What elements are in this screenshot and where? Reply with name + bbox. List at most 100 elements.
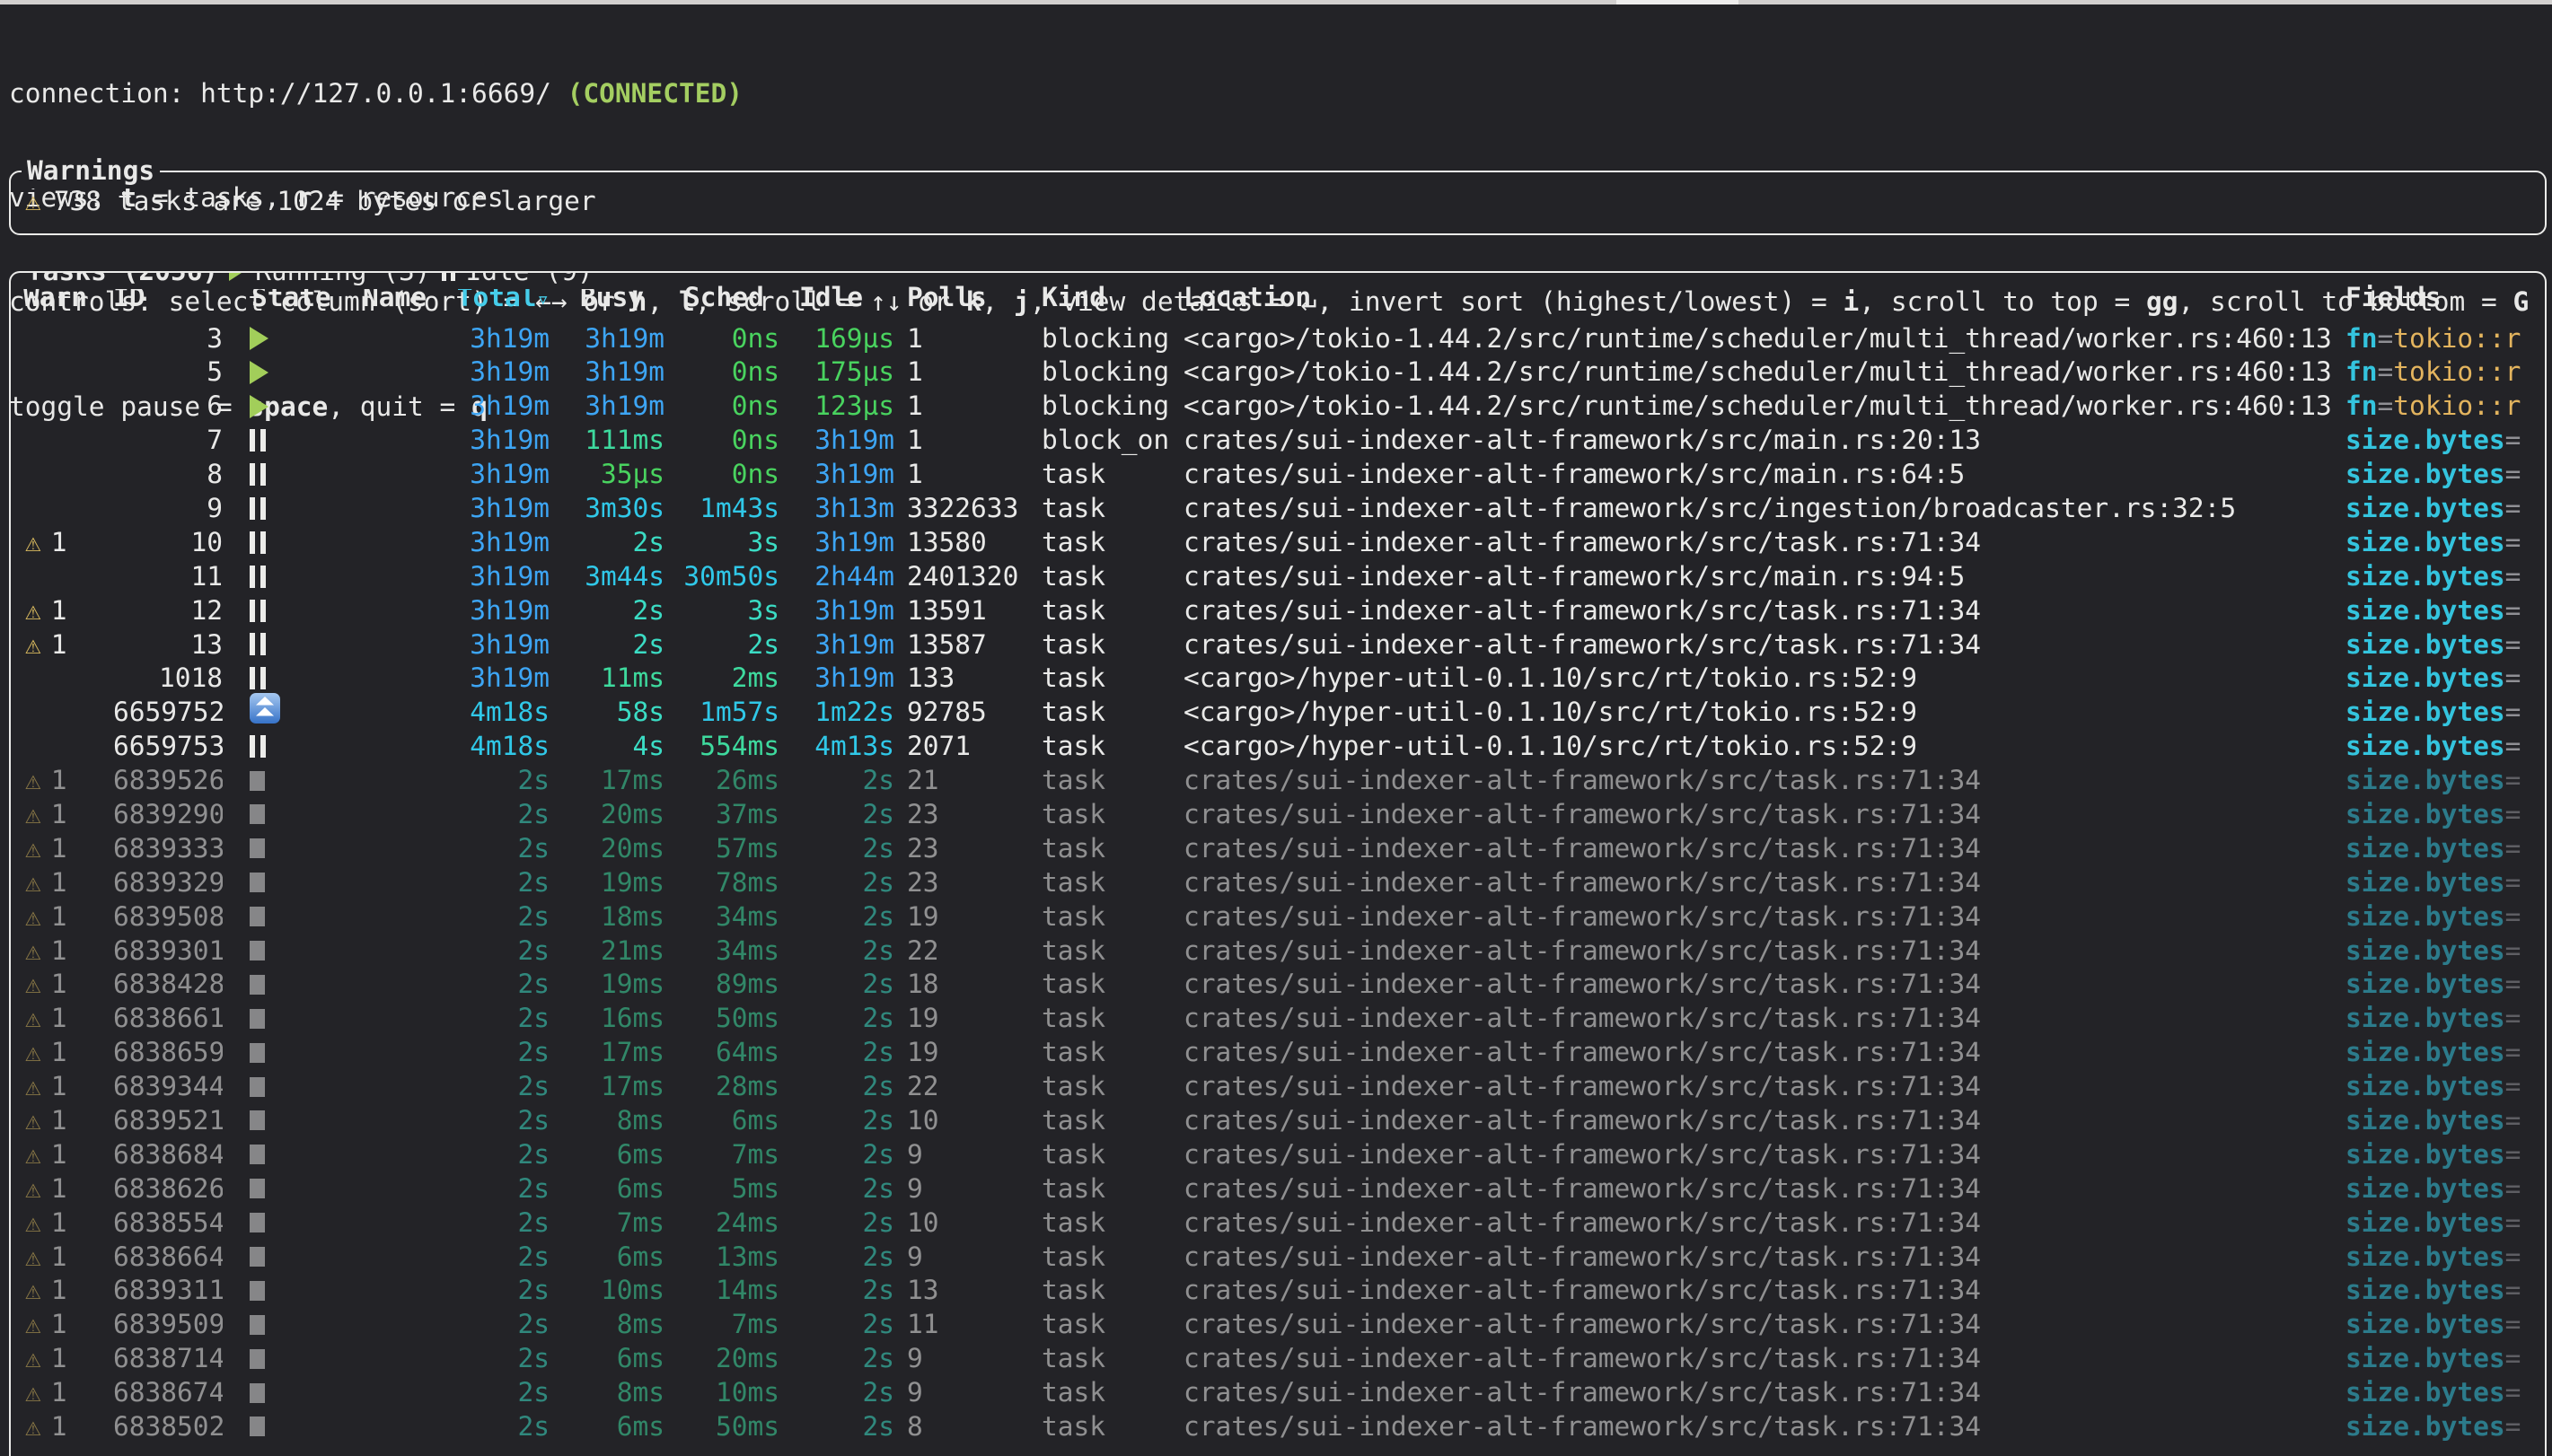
cell-task-id: 8 — [113, 457, 223, 492]
table-row[interactable]: ⚠168393012s21ms34ms2s22taskcrates/sui-in… — [11, 934, 2545, 968]
cell-state — [223, 395, 350, 418]
cell-state — [223, 693, 350, 732]
table-row[interactable]: 33h19m3h19m0ns169µs1blocking<cargo>/toki… — [11, 321, 2545, 355]
table-row[interactable]: ⚠168395212s8ms6ms2s10taskcrates/sui-inde… — [11, 1103, 2545, 1137]
cell-location: <cargo>/tokio-1.44.2/src/runtime/schedul… — [1184, 355, 2335, 390]
cell-fields: size.bytes= — [2335, 593, 2545, 628]
cell-fields: size.bytes= — [2335, 1103, 2545, 1138]
stop-square-icon — [250, 941, 265, 960]
table-row[interactable]: 73h19m111ms0ns3h19m1block_oncrates/sui-i… — [11, 424, 2545, 458]
table-row[interactable]: ⚠168386642s6ms13ms2s9taskcrates/sui-inde… — [11, 1240, 2545, 1274]
warn-count: 1 — [51, 1001, 67, 1036]
cell-total: 3h19m — [436, 321, 550, 356]
cell-sched: 6ms — [664, 1103, 779, 1138]
table-row[interactable]: ⚠168393332s20ms57ms2s23taskcrates/sui-in… — [11, 831, 2545, 865]
field-equals: = — [2505, 1037, 2521, 1067]
table-row[interactable]: ⚠168386592s17ms64ms2s19taskcrates/sui-in… — [11, 1036, 2545, 1070]
field-key: size.bytes — [2345, 595, 2505, 626]
table-row[interactable]: ⚠168395262s17ms26ms2s21taskcrates/sui-in… — [11, 764, 2545, 798]
table-row[interactable]: 10183h19m11ms2ms3h19m133task<cargo>/hype… — [11, 662, 2545, 696]
cell-warn: ⚠1 — [23, 1171, 113, 1206]
table-row[interactable]: 53h19m3h19m0ns175µs1blocking<cargo>/toki… — [11, 355, 2545, 390]
table-row[interactable]: 113h19m3m44s30m50s2h44m2401320taskcrates… — [11, 559, 2545, 593]
table-row[interactable]: ⚠168386262s6ms5ms2s9taskcrates/sui-index… — [11, 1171, 2545, 1206]
table-row[interactable]: ⚠168393442s17ms28ms2s22taskcrates/sui-in… — [11, 1070, 2545, 1104]
cell-polls: 9 — [894, 1137, 1029, 1172]
field-key: size.bytes — [2345, 1105, 2505, 1136]
cell-busy: 19ms — [550, 865, 664, 900]
warning-icon: ⚠ — [25, 1240, 41, 1275]
cell-location: crates/sui-indexer-alt-framework/src/tas… — [1184, 763, 2335, 798]
cell-busy: 7ms — [550, 1206, 664, 1241]
table-row[interactable]: ⚠1103h19m2s3s3h19m13580taskcrates/sui-in… — [11, 525, 2545, 559]
cell-busy: 35µs — [550, 457, 664, 492]
field-key: size.bytes — [2345, 425, 2505, 455]
table-row[interactable]: ⚠168395082s18ms34ms2s19taskcrates/sui-in… — [11, 899, 2545, 934]
warn-count: 1 — [51, 1409, 67, 1444]
warnings-title-label: Warnings — [27, 153, 154, 189]
table-row[interactable]: ⚠168393112s10ms14ms2s13taskcrates/sui-in… — [11, 1274, 2545, 1308]
cell-busy: 4s — [550, 729, 664, 764]
cell-polls: 1 — [894, 355, 1029, 390]
field-key: size.bytes — [2345, 935, 2505, 966]
table-row[interactable]: ⚠168384282s19ms89ms2s18taskcrates/sui-in… — [11, 968, 2545, 1002]
column-header-kind[interactable]: Kind — [1029, 280, 1184, 316]
table-row[interactable]: 63h19m3h19m0ns123µs1blocking<cargo>/toki… — [11, 390, 2545, 424]
cell-idle: 2s — [779, 1206, 894, 1241]
warn-count: 1 — [51, 1307, 67, 1342]
cell-polls: 10 — [894, 1206, 1029, 1241]
column-header-polls[interactable]: Polls — [894, 280, 1029, 316]
cell-idle: 169µs — [779, 321, 894, 356]
table-row[interactable]: 66597534m18s4s554ms4m13s2071task<cargo>/… — [11, 730, 2545, 764]
field-equals: = — [2505, 1241, 2521, 1272]
field-key: fn — [2345, 390, 2378, 421]
cell-state — [223, 1077, 350, 1097]
cell-sched: 1m57s — [664, 695, 779, 730]
cell-location: <cargo>/tokio-1.44.2/src/runtime/schedul… — [1184, 321, 2335, 356]
table-row[interactable]: ⚠168386612s16ms50ms2s19taskcrates/sui-in… — [11, 1002, 2545, 1036]
table-row[interactable]: ⚠1133h19m2s2s3h19m13587taskcrates/sui-in… — [11, 627, 2545, 662]
cell-state — [223, 1247, 350, 1267]
column-header-idle[interactable]: Idle — [779, 280, 894, 316]
table-row[interactable]: 93h19m3m30s1m43s3h13m3322633taskcrates/s… — [11, 491, 2545, 525]
table-row[interactable]: 83h19m35µs0ns3h19m1taskcrates/sui-indexe… — [11, 458, 2545, 492]
cell-kind: task — [1029, 593, 1184, 628]
cell-busy: 20ms — [550, 797, 664, 832]
table-row[interactable]: ⚠168392902s20ms37ms2s23taskcrates/sui-in… — [11, 797, 2545, 831]
stop-square-icon — [250, 1179, 265, 1198]
column-header-location[interactable]: Location — [1184, 280, 2335, 316]
table-row[interactable]: ⚠168385022s6ms50ms2s8taskcrates/sui-inde… — [11, 1410, 2545, 1444]
warning-text: 738 tasks are 1024 bytes or larger — [54, 184, 596, 219]
cell-state — [223, 1009, 350, 1029]
table-row[interactable]: ⚠168387142s6ms20ms2s9taskcrates/sui-inde… — [11, 1342, 2545, 1376]
cell-sched: 50ms — [664, 1409, 779, 1444]
cell-location: crates/sui-indexer-alt-framework/src/tas… — [1184, 1103, 2335, 1138]
cell-busy: 19ms — [550, 967, 664, 1002]
stop-square-icon — [250, 1247, 265, 1267]
table-row[interactable]: ⚠168395092s8ms7ms2s11taskcrates/sui-inde… — [11, 1308, 2545, 1342]
table-row[interactable]: ⚠1123h19m2s3s3h19m13591taskcrates/sui-in… — [11, 593, 2545, 627]
cell-kind: task — [1029, 1001, 1184, 1036]
cell-task-id: 6838661 — [113, 1001, 223, 1036]
cell-fields: size.bytes= — [2335, 1409, 2545, 1444]
cell-state — [223, 600, 350, 622]
cell-kind: task — [1029, 934, 1184, 969]
cell-location: crates/sui-indexer-alt-framework/src/mai… — [1184, 423, 2335, 458]
cell-total: 4m18s — [436, 695, 550, 730]
cell-idle: 2s — [779, 1307, 894, 1342]
table-row[interactable]: ⚠168386842s6ms7ms2s9taskcrates/sui-index… — [11, 1137, 2545, 1171]
table-row[interactable]: ⚠168393292s19ms78ms2s23taskcrates/sui-in… — [11, 865, 2545, 899]
cell-total: 2s — [436, 967, 550, 1002]
warn-count: 1 — [51, 899, 67, 934]
cell-polls: 8 — [894, 1409, 1029, 1444]
cell-fields: size.bytes= — [2335, 1273, 2545, 1308]
cell-busy: 6ms — [550, 1409, 664, 1444]
cell-sched: 28ms — [664, 1069, 779, 1104]
cell-warn: ⚠1 — [23, 1137, 113, 1172]
column-header-fields[interactable]: Fields — [2335, 280, 2545, 316]
table-row[interactable]: ⚠168386742s8ms10ms2s9taskcrates/sui-inde… — [11, 1376, 2545, 1410]
table-row[interactable]: ⚠168385542s7ms24ms2s10taskcrates/sui-ind… — [11, 1206, 2545, 1240]
table-row[interactable]: 66597524m18s58s1m57s1m22s92785task<cargo… — [11, 696, 2545, 730]
field-equals: = — [2505, 867, 2521, 898]
column-header-sched[interactable]: Sched — [664, 280, 779, 316]
